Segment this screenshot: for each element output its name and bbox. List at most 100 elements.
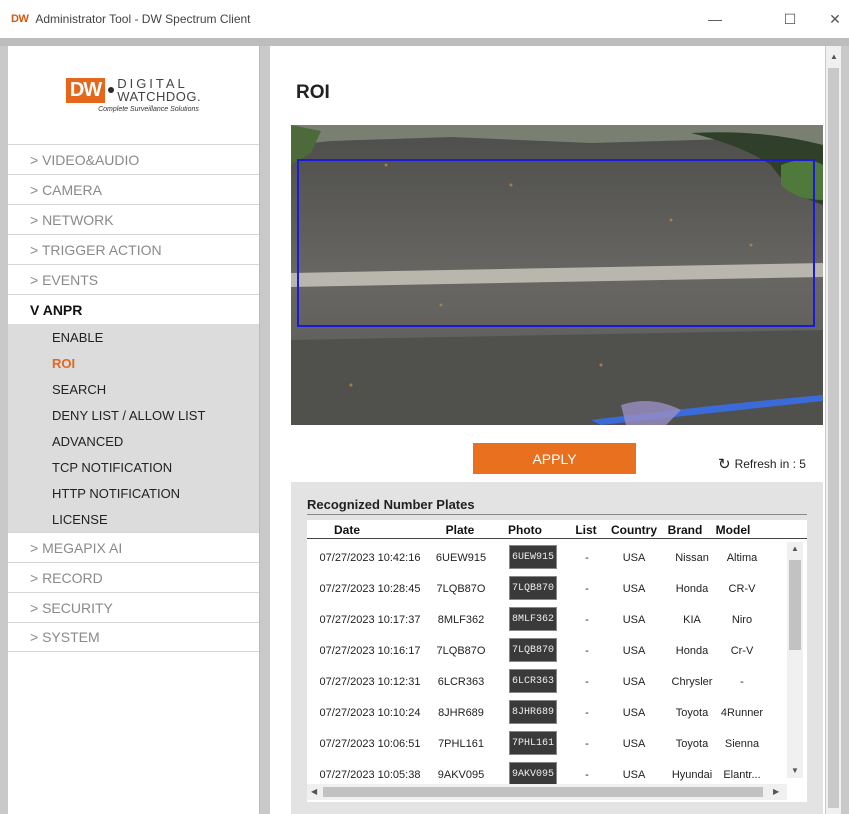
cell-date: 07/27/2023 10:42:16 (319, 552, 421, 564)
table-row[interactable]: 07/27/2023 10:12:31 6LCR363 6LCR363 - USA Chr… (307, 666, 787, 697)
cell-list: - (585, 676, 589, 688)
cell-brand: Toyota (675, 707, 709, 719)
sidebar-subitem-3[interactable]: DENY LIST / ALLOW LIST (8, 402, 259, 428)
table-row[interactable]: 07/27/2023 10:10:24 8JHR689 8JHR689 - USA Toy… (307, 697, 787, 728)
sidebar-item-bottom-0[interactable]: > MEGAPIX AI (8, 532, 259, 562)
table-row[interactable]: 07/27/2023 10:42:16 6UEW915 6UEW915 - USA Nis… (307, 542, 787, 573)
scroll-down-icon[interactable]: ▼ (791, 766, 799, 775)
cell-plate: 7LQB87O (436, 645, 486, 657)
cell-list: - (585, 645, 589, 657)
maximize-button[interactable]: ☐ (775, 8, 805, 30)
window-title: Administrator Tool - DW Spectrum Client (35, 12, 251, 26)
cell-model: Cr-V (730, 645, 754, 657)
refresh-icon: ↻ (718, 456, 731, 473)
sidebar-item-bottom-2[interactable]: > SECURITY (8, 592, 259, 622)
cell-plate: 6LCR363 (437, 676, 485, 688)
cell-list: - (585, 707, 589, 719)
sidebar-item-2[interactable]: > NETWORK (8, 204, 259, 234)
cell-date: 07/27/2023 10:16:17 (319, 645, 421, 657)
logo-line2: WATCHDOG. (117, 89, 202, 104)
apply-button[interactable]: APPLY (473, 443, 636, 474)
scroll-left-icon[interactable]: ◀ (311, 787, 317, 796)
column-header[interactable]: Plate (430, 523, 490, 537)
refresh-indicator[interactable]: ↻ Refresh in : 5 (718, 455, 806, 473)
cell-country: USA (622, 552, 646, 564)
cell-country: USA (622, 583, 646, 595)
cell-date: 07/27/2023 10:05:38 (319, 769, 421, 781)
sidebar-subitem-6[interactable]: HTTP NOTIFICATION (8, 480, 259, 506)
scroll-up-icon[interactable]: ▲ (791, 544, 799, 553)
sidebar-item-4[interactable]: > EVENTS (8, 264, 259, 294)
sidebar-item-bottom-1[interactable]: > RECORD (8, 562, 259, 592)
logo-row: DW DIGITAL WATCHDOG. (65, 77, 202, 104)
cell-country: USA (622, 738, 646, 750)
column-header[interactable]: Model (703, 523, 763, 537)
minimize-button[interactable]: — (700, 8, 730, 30)
scroll-right-icon[interactable]: ▶ (773, 787, 779, 796)
cell-model: Altima (726, 552, 758, 564)
cell-plate: 9AKV095 (437, 769, 485, 781)
sidebar-item-bottom-3[interactable]: > SYSTEM (8, 622, 259, 652)
cell-brand: Hyundai (671, 769, 713, 781)
cell-date: 07/27/2023 10:06:51 (319, 738, 421, 750)
sidebar-subitem-2[interactable]: SEARCH (8, 376, 259, 402)
cell-date: 07/27/2023 10:17:37 (319, 614, 421, 626)
table-row[interactable]: 07/27/2023 10:16:17 7LQB87O 7LQB870 - USA Hon… (307, 635, 787, 666)
table-horizontal-scroll-thumb[interactable] (323, 787, 763, 797)
sidebar-subitem-1[interactable]: ROI (8, 350, 259, 376)
column-header[interactable]: Date (317, 523, 377, 537)
sidebar-subitem-0[interactable]: ENABLE (8, 324, 259, 350)
page-title: ROI (296, 82, 330, 103)
plate-photo-thumbnail: 7LQB870 (509, 638, 557, 662)
sidebar-item-1[interactable]: > CAMERA (8, 174, 259, 204)
sidebar-subitem-4[interactable]: ADVANCED (8, 428, 259, 454)
table-row[interactable]: 07/27/2023 10:28:45 7LQB87O 7LQB870 - USA Hon… (307, 573, 787, 604)
column-header[interactable]: Photo (495, 523, 555, 537)
cell-country: USA (622, 707, 646, 719)
digital-watchdog-logo: DW DIGITAL WATCHDOG. Complete Surveillan… (8, 46, 259, 144)
table-header: Date Plate Photo List Country Brand Model (307, 520, 807, 539)
logo-dot-icon (108, 87, 115, 93)
camera-view[interactable] (291, 125, 823, 425)
cell-list: - (585, 583, 589, 595)
cell-brand: Toyota (675, 738, 709, 750)
main-vertical-scrollbar[interactable]: ▲ (826, 46, 841, 814)
table-vertical-scrollbar[interactable]: ▲ ▼ (787, 542, 803, 778)
roi-rectangle[interactable] (297, 159, 815, 327)
cell-country: USA (622, 676, 646, 688)
bottom-menu: > MEGAPIX AI > RECORD > SECURITY > SYSTEM (8, 532, 259, 652)
sidebar: DW DIGITAL WATCHDOG. Complete Surveillan… (8, 46, 260, 814)
table-vertical-scroll-thumb[interactable] (789, 560, 801, 650)
main-scroll-thumb[interactable] (828, 68, 839, 808)
table-row[interactable]: 07/27/2023 10:17:37 8MLF362 8MLF362 - USA KIA… (307, 604, 787, 635)
cell-plate: 8JHR689 (438, 707, 484, 719)
cell-brand: Nissan (675, 552, 709, 564)
plates-title: Recognized Number Plates (307, 497, 475, 512)
cell-plate: 6UEW915 (435, 552, 487, 564)
sidebar-subitem-5[interactable]: TCP NOTIFICATION (8, 454, 259, 480)
logo-tagline: Complete Surveillance Solutions (98, 106, 199, 113)
sidebar-item-3[interactable]: > TRIGGER ACTION (8, 234, 259, 264)
plate-photo-thumbnail: 6LCR363 (509, 669, 557, 693)
recognized-plates-panel: Recognized Number Plates Date Plate Photo L… (291, 482, 823, 814)
close-button[interactable]: ✕ (820, 8, 849, 30)
main-content: ROI APPLY ↻ Refresh in: 5 Recognized Nu… (270, 46, 825, 814)
cell-brand: Honda (675, 645, 709, 657)
cell-date: 07/27/2023 10:28:45 (319, 583, 421, 595)
anpr-submenu: ENABLE ROI SEARCH DENY LIST / ALLOW LIST ADV… (8, 324, 259, 532)
sidebar-item-0[interactable]: > VIDEO&AUDIO (8, 144, 259, 174)
plate-photo-thumbnail: 7LQB870 (509, 576, 557, 600)
cell-list: - (585, 552, 589, 564)
table-row[interactable]: 07/27/2023 10:06:51 7PHL161 7PHL161 - USA Toy… (307, 728, 787, 759)
plate-photo-thumbnail: 8MLF362 (509, 607, 557, 631)
plates-table: Date Plate Photo List Country Brand Model 07/2… (307, 520, 807, 802)
plates-divider (307, 514, 807, 515)
sidebar-subitem-7[interactable]: LICENSE (8, 506, 259, 532)
main-scroll-up-icon[interactable]: ▲ (830, 52, 838, 61)
cell-list: - (585, 614, 589, 626)
table-horizontal-scrollbar[interactable]: ◀ ▶ (307, 784, 787, 800)
sidebar-item-anpr[interactable]: V ANPR (8, 294, 259, 324)
app-window: DW Administrator Tool - DW Spectrum Clie… (0, 0, 849, 814)
title-bar: DW Administrator Tool - DW Spectrum Clie… (0, 0, 849, 38)
cell-brand: KIA (683, 614, 701, 626)
